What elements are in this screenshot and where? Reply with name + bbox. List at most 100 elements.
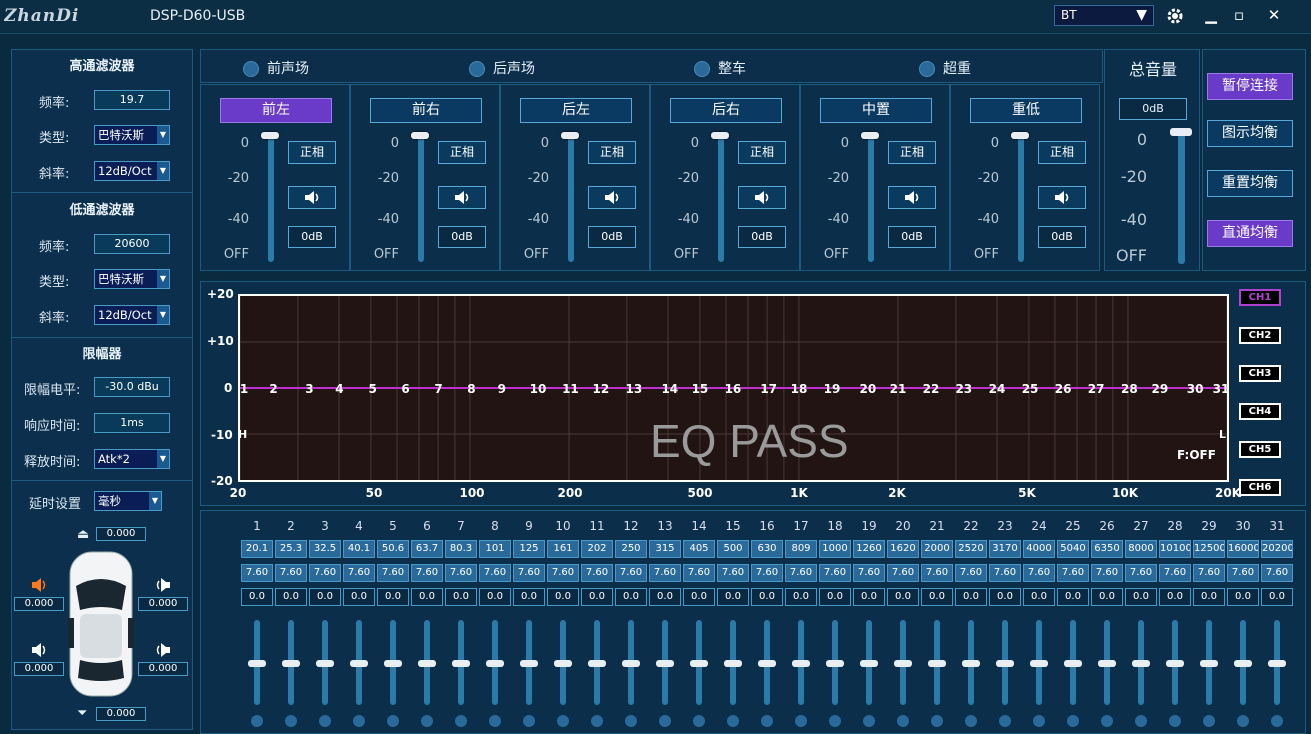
band-gain-knob[interactable] (1268, 660, 1286, 667)
gear-icon[interactable] (1164, 6, 1186, 26)
band-freq-field[interactable]: 16000 (1227, 540, 1259, 558)
band-freq-field[interactable]: 8000 (1125, 540, 1157, 558)
band-reset-dot[interactable] (931, 715, 943, 727)
band-reset-dot[interactable] (353, 715, 365, 727)
band-reset-dot[interactable] (455, 715, 467, 727)
band-point-label[interactable]: 1 (240, 382, 248, 396)
band-reset-dot[interactable] (489, 715, 501, 727)
band-gain-field[interactable]: 0.0 (717, 588, 749, 606)
band-freq-field[interactable]: 10100 (1159, 540, 1191, 558)
band-q-field[interactable]: 7.60 (887, 564, 919, 582)
band-gain-field[interactable]: 0.0 (989, 588, 1021, 606)
band-reset-dot[interactable] (727, 715, 739, 727)
band-gain-field[interactable]: 0.0 (819, 588, 851, 606)
band-point-label[interactable]: 29 (1151, 382, 1168, 396)
preset-heavy-bass[interactable]: 超重 (919, 58, 971, 78)
band-gain-field[interactable]: 0.0 (1261, 588, 1293, 606)
subwoofer-icon[interactable]: ⏷ (77, 706, 87, 721)
master-volume-track[interactable] (1178, 132, 1185, 264)
band-q-field[interactable]: 7.60 (581, 564, 613, 582)
band-point-label[interactable]: 25 (1022, 382, 1039, 396)
band-gain-knob[interactable] (860, 660, 878, 667)
band-gain-knob[interactable] (588, 660, 606, 667)
preset-rear-stage[interactable]: 后声场 (469, 58, 535, 78)
mute-button[interactable] (438, 186, 486, 209)
channel-volume-track[interactable] (718, 135, 724, 262)
band-point-label[interactable]: 17 (760, 382, 777, 396)
band-reset-dot[interactable] (285, 715, 297, 727)
channel-tab[interactable]: CH2 (1239, 327, 1281, 344)
channel-volume-track[interactable] (868, 135, 874, 262)
band-reset-dot[interactable] (421, 715, 433, 727)
band-point-label[interactable]: 14 (661, 382, 678, 396)
mute-button[interactable] (1038, 186, 1086, 209)
band-freq-field[interactable]: 809 (785, 540, 817, 558)
eq-graph[interactable]: 1 2 3 4 5 6 7 8 9 10 11 12 13 14 15 16 17 18 19 20 21 22 23 24 2… (238, 294, 1229, 482)
band-gain-field[interactable]: 0.0 (1091, 588, 1123, 606)
band-q-field[interactable]: 7.60 (1091, 564, 1123, 582)
phase-button[interactable]: 正相 (588, 141, 636, 164)
channel-select-button[interactable]: 中置 (820, 98, 932, 123)
band-reset-dot[interactable] (251, 715, 263, 727)
band-gain-field[interactable]: 0.0 (785, 588, 817, 606)
band-gain-knob[interactable] (622, 660, 640, 667)
band-gain-knob[interactable] (384, 660, 402, 667)
band-q-field[interactable]: 7.60 (377, 564, 409, 582)
delay-front-left-field[interactable]: 0.000 (14, 597, 64, 611)
band-reset-dot[interactable] (591, 715, 603, 727)
band-freq-field[interactable]: 405 (683, 540, 715, 558)
band-gain-knob[interactable] (928, 660, 946, 667)
band-gain-field[interactable]: 0.0 (275, 588, 307, 606)
channel-volume-knob[interactable] (261, 132, 279, 139)
channel-volume-knob[interactable] (1011, 132, 1029, 139)
band-q-field[interactable]: 7.60 (343, 564, 375, 582)
channel-volume-track[interactable] (568, 135, 574, 262)
band-reset-dot[interactable] (829, 715, 841, 727)
band-gain-knob[interactable] (724, 660, 742, 667)
band-gain-field[interactable]: 0.0 (343, 588, 375, 606)
band-gain-knob[interactable] (996, 660, 1014, 667)
band-point-label[interactable]: 4 (335, 382, 343, 396)
band-gain-field[interactable]: 0.0 (411, 588, 443, 606)
band-reset-dot[interactable] (659, 715, 671, 727)
band-freq-field[interactable]: 5040 (1057, 540, 1089, 558)
channel-volume-knob[interactable] (561, 132, 579, 139)
phase-button[interactable]: 正相 (438, 141, 486, 164)
band-q-field[interactable]: 7.60 (683, 564, 715, 582)
band-gain-field[interactable]: 0.0 (1057, 588, 1089, 606)
band-q-field[interactable]: 7.60 (1193, 564, 1225, 582)
band-point-label[interactable]: 31 (1213, 382, 1227, 396)
band-point-label[interactable]: 30 (1187, 382, 1204, 396)
band-reset-dot[interactable] (1067, 715, 1079, 727)
band-reset-dot[interactable] (625, 715, 637, 727)
phase-button[interactable]: 正相 (888, 141, 936, 164)
band-freq-field[interactable]: 63.7 (411, 540, 443, 558)
band-gain-knob[interactable] (1098, 660, 1116, 667)
band-point-label[interactable]: 13 (626, 382, 643, 396)
channel-select-button[interactable]: 后左 (520, 98, 632, 123)
band-freq-field[interactable]: 1620 (887, 540, 919, 558)
band-gain-knob[interactable] (520, 660, 538, 667)
band-gain-knob[interactable] (316, 660, 334, 667)
speaker-rear-left-icon[interactable] (30, 642, 50, 658)
band-point-label[interactable]: 20 (860, 382, 877, 396)
band-point-label[interactable]: 8 (467, 382, 475, 396)
band-gain-knob[interactable] (656, 660, 674, 667)
channel-volume-track[interactable] (268, 135, 274, 262)
band-freq-field[interactable]: 1260 (853, 540, 885, 558)
channel-volume-knob[interactable] (411, 132, 429, 139)
band-freq-field[interactable]: 161 (547, 540, 579, 558)
channel-gain-field[interactable]: 0dB (438, 226, 486, 248)
band-gain-field[interactable]: 0.0 (241, 588, 273, 606)
band-gain-knob[interactable] (690, 660, 708, 667)
band-freq-field[interactable]: 4000 (1023, 540, 1055, 558)
band-gain-field[interactable]: 0.0 (581, 588, 613, 606)
channel-volume-track[interactable] (1018, 135, 1024, 262)
mute-button[interactable] (288, 186, 336, 209)
band-q-field[interactable]: 7.60 (1023, 564, 1055, 582)
band-gain-knob[interactable] (282, 660, 300, 667)
band-freq-field[interactable]: 80.3 (445, 540, 477, 558)
channel-gain-field[interactable]: 0dB (888, 226, 936, 248)
band-reset-dot[interactable] (863, 715, 875, 727)
band-point-label[interactable]: 7 (434, 382, 442, 396)
